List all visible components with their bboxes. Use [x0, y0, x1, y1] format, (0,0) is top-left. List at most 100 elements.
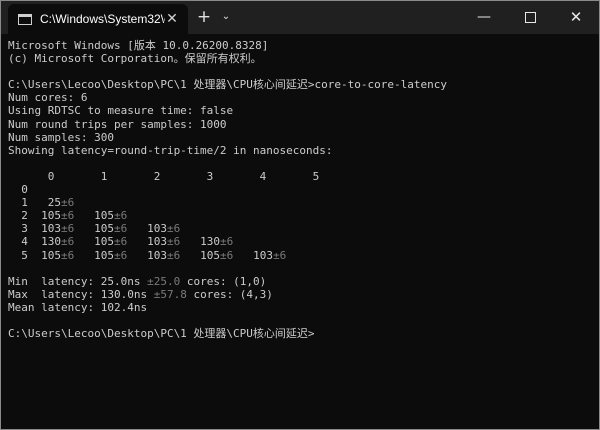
- matrix-cell-error: ±6: [61, 248, 75, 262]
- terminal-icon: [18, 13, 32, 25]
- maximize-button[interactable]: [507, 1, 553, 34]
- matrix-cell-error: ±6: [114, 235, 128, 249]
- prompt-path: C:\Users\Lecoo\Desktop\PC\1 处理器\CPU核心间延迟…: [8, 327, 315, 341]
- matrix-cell-error: ±6: [114, 222, 128, 236]
- stat-cores: cores: (4,3): [186, 287, 273, 301]
- info-text: Showing latency=round-trip-time/2 in nan…: [8, 143, 333, 157]
- matrix-cell-error: ±6: [61, 209, 75, 223]
- info-text: Num cores: 6: [8, 91, 88, 105]
- matrix-cell-value: 105: [41, 209, 61, 223]
- matrix-cell-value: 103: [147, 222, 167, 236]
- matrix-cell-value: 130: [41, 235, 61, 249]
- tab-close-icon[interactable]: ✕: [164, 11, 180, 27]
- matrix-row: 4 130±6 105±6 103±6 130±6: [8, 235, 598, 248]
- banner-text: Microsoft Windows [版本 10.0.26200.8328]: [8, 39, 269, 52]
- stat-min: Min latency: 25.0ns ±25.0 cores: (1,0): [8, 275, 598, 288]
- matrix-row-label: 4: [8, 235, 42, 249]
- matrix-row-label: 3: [8, 222, 42, 236]
- minimize-button[interactable]: —: [461, 1, 507, 34]
- matrix-gap: [74, 249, 94, 262]
- stat-error: ±57.8: [153, 287, 187, 301]
- maximize-icon: [524, 12, 536, 23]
- matrix-row-label: 0: [8, 183, 42, 197]
- matrix-cell-value: 105: [41, 248, 61, 262]
- matrix-cell-value: 130: [200, 235, 220, 249]
- matrix-cell-error: ±6: [61, 196, 75, 210]
- matrix-header: 0 1 2 3 4 5: [8, 170, 598, 183]
- matrix-cell-error: ±6: [273, 248, 287, 262]
- title-bar: C:\Windows\System32\cmd.exe ✕ + ⌄ — ✕: [1, 1, 599, 34]
- stat-cores: cores: (1,0): [180, 274, 267, 288]
- banner-text: (c) Microsoft Corporation。保留所有权利。: [8, 52, 262, 66]
- info-line: Num round trips per samples: 1000: [8, 118, 598, 131]
- matrix-cell-error: ±6: [167, 248, 181, 262]
- matrix-row-label: 5: [8, 248, 42, 262]
- matrix-cell-value: 105: [94, 248, 114, 262]
- stat-mean: Mean latency: 102.4ns: [8, 301, 598, 314]
- info-line: Using RDTSC to measure time: false: [8, 104, 598, 117]
- matrix-cell-error: ±6: [220, 235, 234, 249]
- matrix-row-label: 2: [8, 209, 42, 223]
- info-text: Using RDTSC to measure time: false: [8, 104, 234, 118]
- matrix-gap: [127, 249, 147, 262]
- matrix-gap: [233, 249, 253, 262]
- stat-value: 25.0ns: [100, 274, 148, 288]
- info-line: Showing latency=round-trip-time/2 in nan…: [8, 144, 598, 157]
- matrix-gap: [127, 222, 147, 235]
- stat-label: Mean latency:: [8, 300, 101, 314]
- tab-title: C:\Windows\System32\cmd.exe: [40, 12, 165, 26]
- prompt-path: C:\Users\Lecoo\Desktop\PC\1 处理器\CPU核心间延迟…: [8, 78, 315, 92]
- matrix-gap: [180, 235, 200, 248]
- stat-error: ±25.0: [147, 274, 181, 288]
- matrix-row-label: 1: [8, 196, 42, 210]
- matrix-cell-error: ±6: [167, 222, 181, 236]
- matrix-header-text: 0 1 2 3 4 5: [8, 169, 320, 183]
- info-text: Num round trips per samples: 1000: [8, 117, 227, 131]
- stat-value: 130.0ns: [100, 287, 154, 301]
- banner-line: (c) Microsoft Corporation。保留所有权利。: [8, 52, 598, 65]
- matrix-gap: [74, 235, 94, 248]
- matrix-gap: [74, 209, 94, 222]
- matrix-gap: [74, 222, 94, 235]
- matrix-gap: [180, 249, 200, 262]
- command-text: core-to-core-latency: [314, 78, 447, 92]
- matrix-cell-error: ±6: [167, 235, 181, 249]
- stat-label: Max latency:: [8, 287, 101, 301]
- matrix-cell-value: 103: [253, 248, 273, 262]
- matrix-cell-error: ±6: [114, 248, 128, 262]
- matrix-cell-error: ±6: [61, 222, 75, 236]
- matrix-cell-value: 103: [41, 222, 61, 236]
- stat-value: 102.4ns: [100, 300, 148, 314]
- scrollbar[interactable]: [591, 34, 599, 429]
- banner-line: Microsoft Windows [版本 10.0.26200.8328]: [8, 39, 598, 52]
- matrix-cell-value: 105: [200, 248, 220, 262]
- terminal-window: C:\Windows\System32\cmd.exe ✕ + ⌄ — ✕ Mi…: [0, 0, 600, 430]
- close-button[interactable]: ✕: [553, 1, 599, 34]
- info-line: Num samples: 300: [8, 131, 598, 144]
- matrix-row: 5 105±6 105±6 103±6 105±6 103±6: [8, 249, 598, 262]
- new-tab-button[interactable]: +: [193, 6, 215, 28]
- matrix-cell-value: 25: [41, 196, 61, 210]
- info-line: Num cores: 6: [8, 91, 598, 104]
- tab-cmd[interactable]: C:\Windows\System32\cmd.exe ✕: [8, 4, 188, 34]
- matrix-cell-value: 103: [147, 235, 167, 249]
- final-prompt: C:\Users\Lecoo\Desktop\PC\1 处理器\CPU核心间延迟…: [8, 327, 598, 340]
- stat-label: Min latency:: [8, 274, 101, 288]
- matrix-row: 2 105±6 105±6: [8, 209, 598, 222]
- stat-max: Max latency: 130.0ns ±57.8 cores: (4,3): [8, 288, 598, 301]
- matrix-gap: [127, 235, 147, 248]
- info-text: Num samples: 300: [8, 130, 114, 144]
- matrix-row: 3 103±6 105±6 103±6: [8, 222, 598, 235]
- matrix-cell-error: ±6: [61, 235, 75, 249]
- matrix-cell-value: 105: [94, 222, 114, 236]
- matrix-cell-value: 105: [94, 235, 114, 249]
- chevron-down-icon[interactable]: ⌄: [217, 6, 235, 28]
- console-output[interactable]: Microsoft Windows [版本 10.0.26200.8328] (c…: [8, 39, 598, 424]
- matrix-cell-error: ±6: [114, 209, 128, 223]
- matrix-cell-value: 103: [147, 248, 167, 262]
- matrix-row: 1 25±6: [8, 196, 598, 209]
